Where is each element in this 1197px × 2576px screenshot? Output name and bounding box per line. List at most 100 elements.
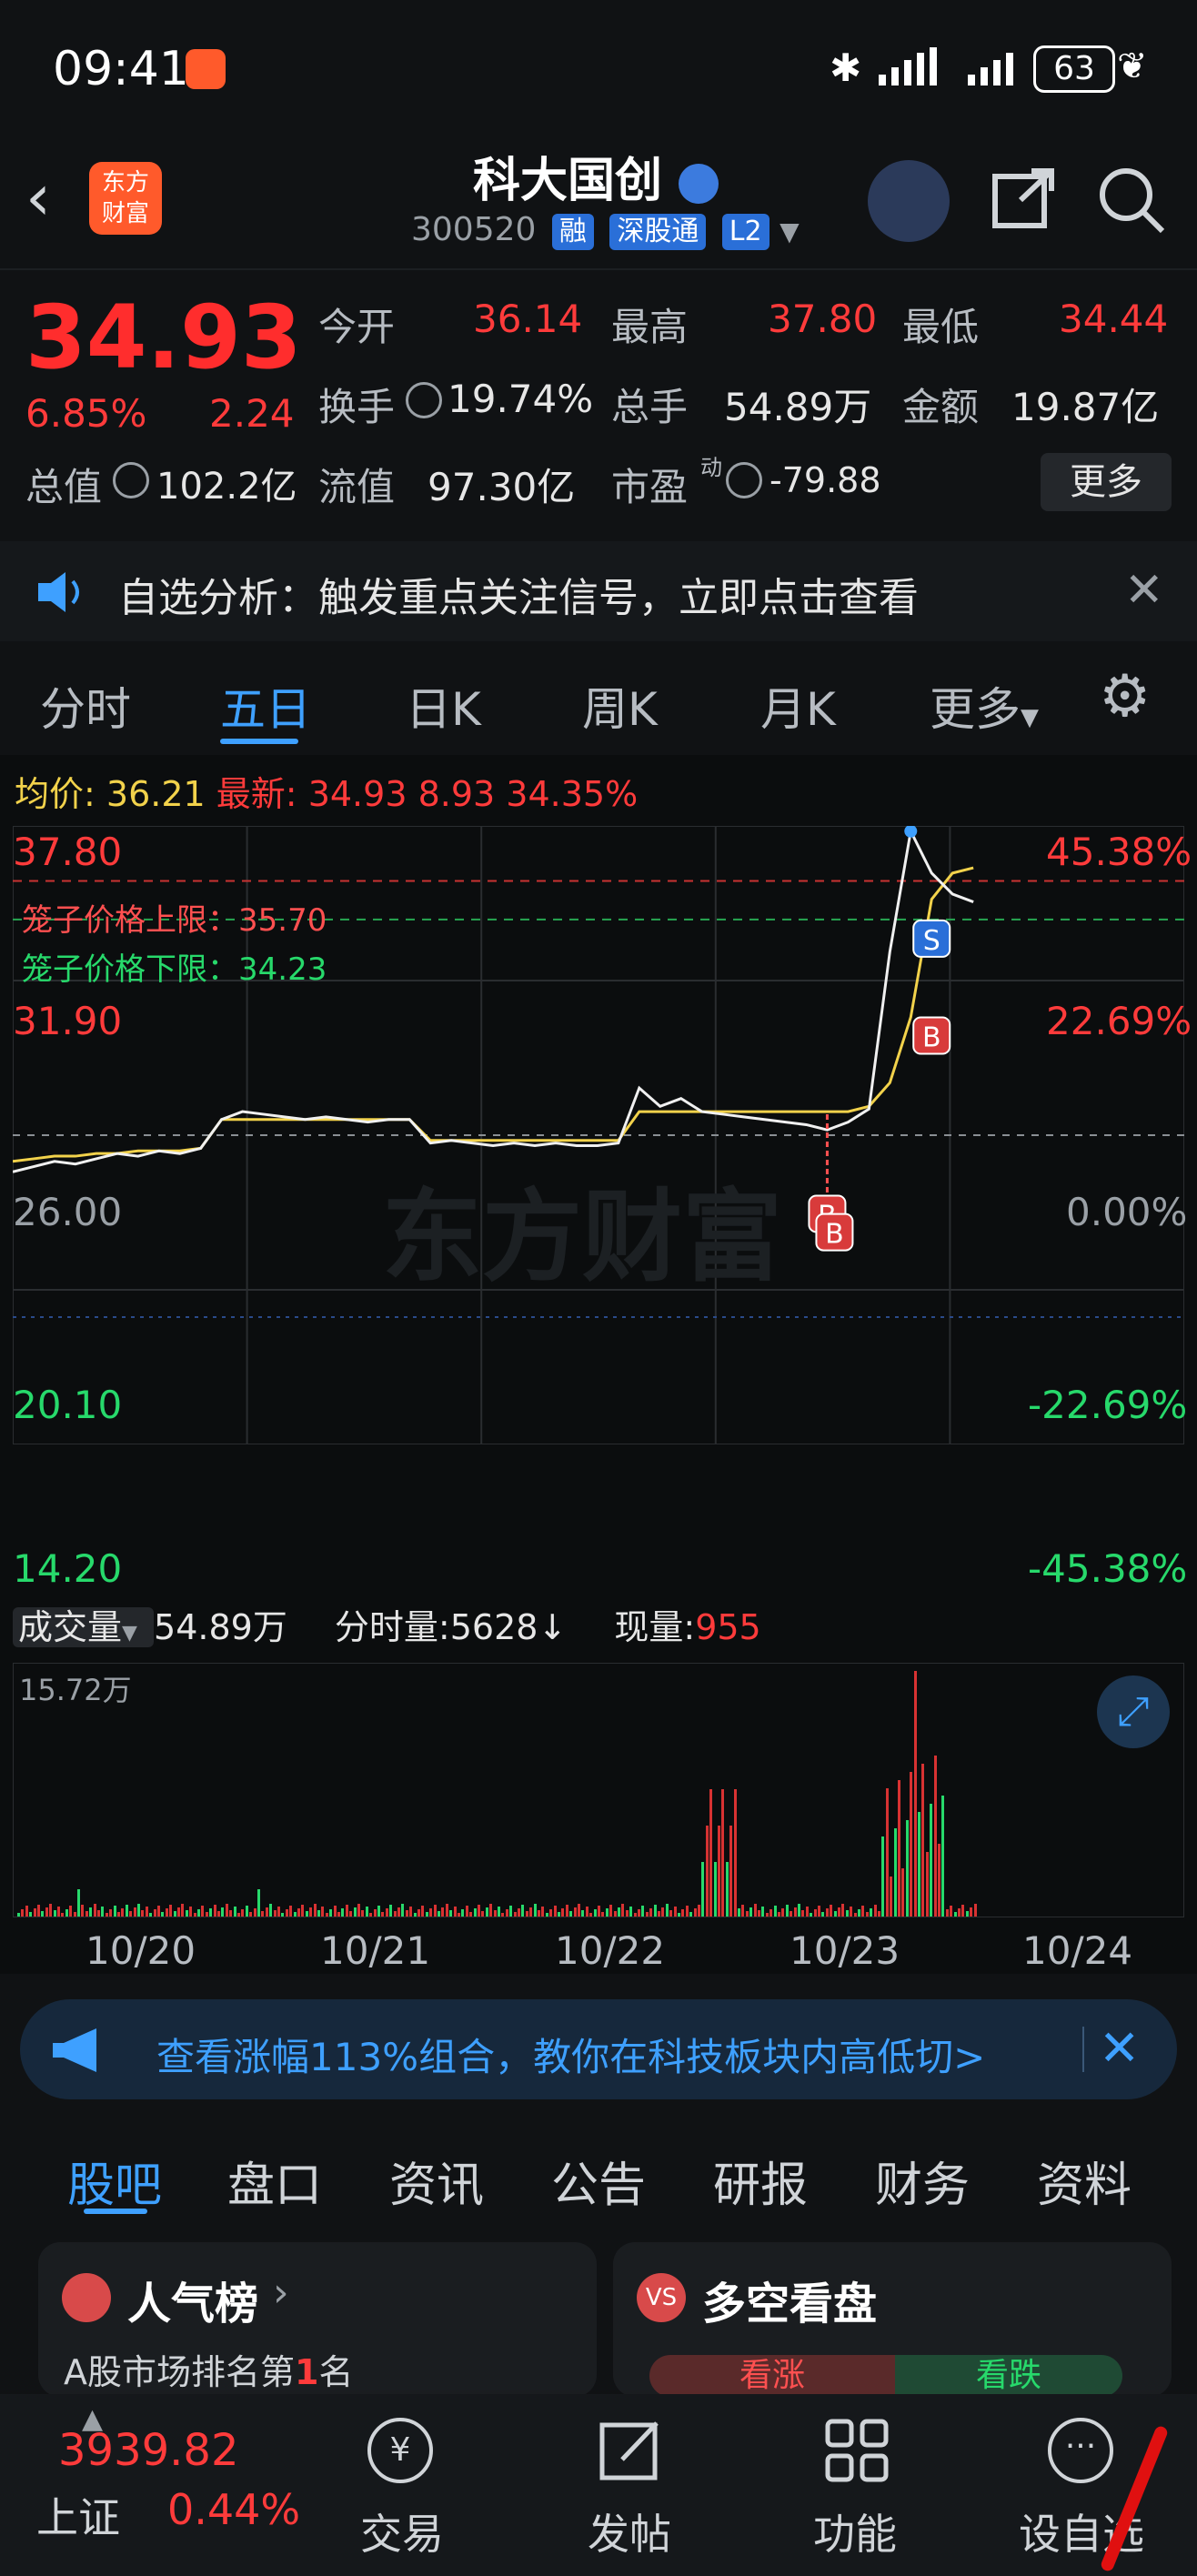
bear-button[interactable]: 看跌 — [895, 2355, 1122, 2397]
back-icon[interactable]: ‹ — [25, 166, 51, 229]
volume-bar — [865, 1912, 869, 1917]
info-icon[interactable] — [113, 462, 149, 498]
volume-bar — [249, 1912, 253, 1917]
nav-trade[interactable]: 交易 — [360, 2501, 444, 2561]
trade-icon[interactable]: ¥ — [367, 2418, 433, 2483]
robot-assistant-icon[interactable] — [868, 160, 950, 242]
tab-profile[interactable]: 资料 — [1037, 2147, 1132, 2215]
volume-bar — [753, 1904, 757, 1917]
battery-icon: 63 — [1033, 45, 1115, 93]
y-tick-left-0: 37.80 — [13, 830, 123, 874]
trade-marker-b: B — [815, 1213, 854, 1252]
volume-bar — [189, 1907, 193, 1917]
volume-bar — [261, 1911, 265, 1917]
volume-bar — [421, 1906, 425, 1917]
nav-post[interactable]: 发帖 — [588, 2501, 671, 2561]
volume-bar — [725, 1862, 729, 1917]
volume-bar — [45, 1907, 48, 1917]
volume-bar — [569, 1911, 573, 1917]
volume-bar — [901, 1868, 905, 1917]
volume-bar — [785, 1905, 789, 1917]
close-icon[interactable]: ✕ — [1124, 563, 1164, 618]
tab-financials[interactable]: 财务 — [875, 2147, 970, 2215]
volume-bar — [953, 1912, 957, 1917]
tab-five-day[interactable]: 五日 — [220, 673, 311, 739]
volume-bar — [893, 1828, 897, 1917]
volume-bar — [681, 1909, 685, 1917]
volume-bar — [778, 1912, 780, 1917]
volume-bar — [845, 1910, 849, 1917]
volume-menu[interactable]: 成交量▼ — [13, 1607, 155, 1647]
stat-label-float: 流值 — [318, 465, 396, 509]
chevron-down-icon[interactable]: ▼ — [780, 216, 800, 247]
chart-bars-icon — [62, 2273, 111, 2322]
tab-more[interactable]: 更多▼ — [930, 673, 1039, 739]
volume-bar — [217, 1911, 220, 1917]
volume-bar — [301, 1905, 305, 1917]
settings-icon[interactable]: ⚙ — [1099, 668, 1151, 726]
card-title-bullbear: 多空看盘 — [702, 2279, 878, 2329]
app-logo[interactable]: 东方 财富 — [89, 162, 162, 235]
tab-daily-k[interactable]: 日K — [406, 673, 481, 739]
promo-banner[interactable]: 查看涨幅113%组合，教你在科技板块内高低切> ✕ — [20, 1999, 1177, 2099]
more-dots-icon[interactable]: ··· — [1048, 2418, 1113, 2483]
caret-down-icon: ▼ — [1021, 704, 1039, 731]
index-name[interactable]: 上证 — [36, 2485, 120, 2545]
tab-monthly-k[interactable]: 月K — [760, 673, 836, 739]
volume-bar — [25, 1906, 28, 1917]
volume-bar — [898, 1780, 900, 1917]
analysis-notice[interactable]: 自选分析：触发重点关注信号，立即点击查看 ✕ — [0, 541, 1197, 641]
change-amount: 2.24 — [209, 391, 295, 436]
tab-research[interactable]: 研报 — [713, 2147, 808, 2215]
volume-bar — [409, 1907, 413, 1917]
latest-value: 34.93 — [307, 774, 407, 814]
info-icon[interactable] — [406, 382, 442, 418]
volume-bar — [905, 1820, 909, 1917]
grid-function-icon[interactable] — [822, 2416, 891, 2489]
info-icon[interactable] — [726, 462, 762, 498]
close-icon[interactable]: ✕ — [1099, 2019, 1140, 2077]
volume-bar — [321, 1907, 325, 1917]
volume-bar — [709, 1789, 713, 1917]
tab-active-indicator — [220, 739, 298, 744]
search-icon[interactable] — [1095, 164, 1168, 240]
tab-orderbook[interactable]: 盘口 — [227, 2147, 322, 2215]
volume-bar — [853, 1913, 857, 1917]
volume-bar — [598, 1906, 600, 1917]
volume-bar — [501, 1913, 505, 1917]
caret-down-icon: ▼ — [122, 1622, 137, 1645]
volume-bar — [97, 1910, 100, 1917]
index-value[interactable]: 3939.82 — [58, 2425, 239, 2476]
latest-pct: 34.35% — [506, 774, 639, 814]
volume-header: 成交量▼ 54.89万 分时量:5628↓ 现量:955 — [13, 1603, 761, 1652]
tab-weekly-k[interactable]: 周K — [582, 673, 658, 739]
leaf-icon: ❦ — [1117, 45, 1148, 87]
tab-intraday[interactable]: 分时 — [40, 673, 131, 739]
tab-news[interactable]: 资讯 — [389, 2147, 484, 2215]
volume-bar — [713, 1862, 717, 1917]
latest-label: 最新: — [216, 774, 297, 814]
expand-icon[interactable]: ⤢ — [1097, 1675, 1170, 1748]
watermark: 东方财富 — [382, 1179, 782, 1295]
change-pct: 6.85% — [25, 391, 147, 436]
volume-bar — [921, 1764, 925, 1917]
volume-bar — [125, 1905, 128, 1917]
edit-post-icon[interactable] — [597, 2416, 666, 2489]
popularity-card[interactable]: 人气榜 › A股市场排名第1名 — [38, 2242, 597, 2397]
index-pct[interactable]: 0.44% — [167, 2485, 300, 2534]
volume-bar — [609, 1905, 613, 1917]
volume-bar — [89, 1907, 93, 1917]
volume-bar — [233, 1907, 236, 1917]
high-point-dot — [904, 826, 918, 838]
volume-menu-label: 成交量 — [18, 1607, 123, 1647]
bull-button[interactable]: 看涨 — [649, 2355, 895, 2397]
tab-forum[interactable]: 股吧 — [67, 2147, 162, 2215]
share-icon[interactable] — [990, 164, 1059, 236]
more-stats-button[interactable]: 更多 — [1041, 453, 1172, 511]
five-day-chart[interactable]: 均价: 36.21 最新: 34.93 8.93 34.35% SBBB 37.… — [0, 755, 1197, 1974]
nav-functions[interactable]: 功能 — [813, 2501, 897, 2561]
volume-bar — [21, 1909, 25, 1917]
bull-bear-card[interactable]: VS 多空看盘 看涨 看跌 — [613, 2242, 1172, 2397]
tab-announcements[interactable]: 公告 — [551, 2147, 646, 2215]
volume-bar — [145, 1907, 148, 1917]
